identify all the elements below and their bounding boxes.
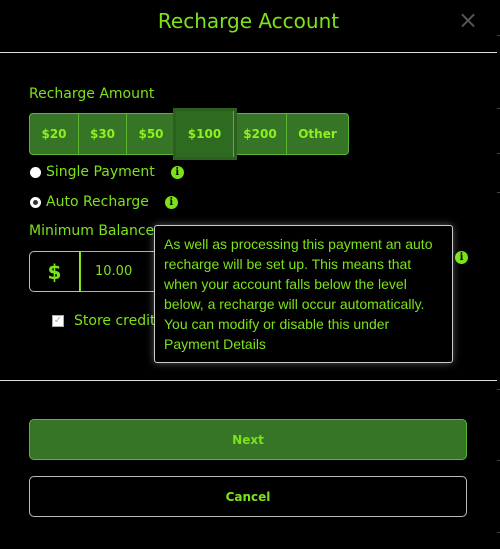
auto-recharge-tooltip: As well as processing this payment an au… xyxy=(154,225,453,363)
amount-button-group: $20 $30 $50 $100 $200 Other xyxy=(29,108,349,160)
info-icon[interactable]: i xyxy=(164,195,178,209)
single-payment-radio[interactable] xyxy=(30,166,41,178)
auto-recharge-radio[interactable] xyxy=(30,196,41,208)
footer-divider xyxy=(0,380,497,381)
info-icon[interactable]: i xyxy=(170,165,184,179)
amount-button-100[interactable]: $100 xyxy=(173,108,237,160)
amount-button-20[interactable]: $20 xyxy=(30,114,79,154)
amount-button-200[interactable]: $200 xyxy=(234,114,287,154)
cancel-button[interactable]: Cancel xyxy=(29,476,467,517)
close-icon[interactable]: × xyxy=(458,8,478,32)
amount-button-50[interactable]: $50 xyxy=(127,114,176,154)
amount-button-other[interactable]: Other xyxy=(287,114,348,154)
single-payment-option[interactable]: Single Payment i xyxy=(30,164,184,180)
recharge-amount-label: Recharge Amount xyxy=(29,86,155,102)
store-card-checkbox[interactable]: ✓ xyxy=(52,315,64,327)
modal-header: Recharge Account × xyxy=(0,0,497,53)
single-payment-label: Single Payment xyxy=(46,164,155,180)
auto-recharge-label: Auto Recharge xyxy=(46,194,149,210)
auto-recharge-option[interactable]: Auto Recharge i xyxy=(30,194,178,210)
modal-title: Recharge Account xyxy=(157,9,340,33)
currency-addon: $ xyxy=(29,251,80,292)
info-icon[interactable]: i xyxy=(455,251,468,264)
minimum-balance-label: Minimum Balance xyxy=(29,223,155,239)
amount-button-30[interactable]: $30 xyxy=(79,114,127,154)
next-button[interactable]: Next xyxy=(29,419,467,460)
